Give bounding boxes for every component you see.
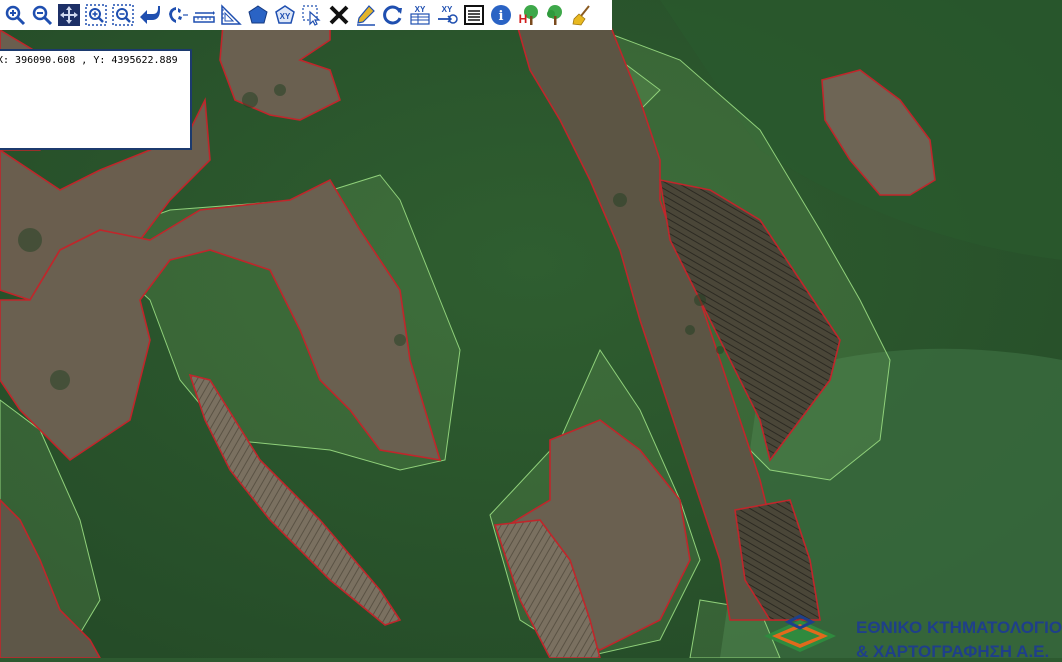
full-extent-tool[interactable] (164, 2, 189, 28)
polygon-icon (247, 5, 268, 24)
info-tool[interactable]: i (488, 2, 513, 28)
cadastre-logo-icon (764, 614, 836, 652)
clear-tool[interactable] (326, 2, 351, 28)
legend-tool[interactable] (461, 2, 486, 28)
xy-pentagon-icon: XY (274, 5, 295, 24)
clear-x-icon (329, 5, 348, 25)
tree-height-label: H (518, 12, 527, 26)
xy-goto-tool[interactable]: XY (434, 2, 459, 28)
ruler-icon (192, 11, 215, 23)
back-arrow-icon (139, 6, 160, 24)
info-icon-label: i (498, 9, 503, 24)
info-icon: i (490, 5, 511, 25)
zoom-in-icon (5, 5, 25, 26)
select-tool[interactable] (299, 2, 324, 28)
zoom-box-in-tool[interactable] (83, 2, 108, 28)
legend-icon (463, 5, 484, 25)
tree-height-tool[interactable]: H (515, 2, 540, 28)
measure-area-tool[interactable] (218, 2, 243, 28)
draw-polygon-tool[interactable] (245, 2, 270, 28)
back-tool[interactable] (137, 2, 162, 28)
xy-table-icon: XY (409, 5, 430, 25)
xy-goto-icon: XY (437, 5, 458, 24)
xy-table-tool[interactable]: XY (407, 2, 432, 28)
zoom-out-tool[interactable] (29, 2, 54, 28)
globe-icon (168, 7, 188, 23)
edit-tool[interactable] (353, 2, 378, 28)
zoom-box-out-icon (111, 4, 134, 26)
map-toolbar: XY XY XY i H (0, 0, 612, 30)
logo-text-line1: ΕΘΝΙΚΟ ΚΤΗΜΑΤΟΛΟΓΙΟ (856, 618, 1062, 637)
xy-goto-label: XY (441, 5, 452, 14)
coordinates-readout: X: 396090.608 , Y: 4395622.889 (0, 55, 178, 66)
xy-table-label: XY (414, 5, 425, 14)
zoom-out-icon (32, 5, 52, 26)
xy-locate-tool[interactable]: XY (272, 2, 297, 28)
tree-h-icon: H (518, 5, 538, 26)
zoom-box-out-tool[interactable] (110, 2, 135, 28)
measure-distance-tool[interactable] (191, 2, 216, 28)
agency-logo: ΕΘΝΙΚΟ ΚΤΗΜΑΤΟΛΟΓΙΟ & ΧΑΡΤΟΓΡΑΦΗΣΗ Α.Ε. (760, 604, 1062, 661)
tree-icon (546, 5, 562, 25)
pan-tool[interactable] (56, 2, 81, 28)
triangle-ruler-icon (220, 4, 242, 25)
tree-tool[interactable] (542, 2, 567, 28)
clear-brush-tool[interactable] (569, 2, 594, 28)
xy-locate-label: XY (279, 12, 290, 21)
broom-icon (572, 5, 590, 26)
pan-icon (57, 4, 80, 26)
zoom-box-in-icon (84, 4, 107, 26)
refresh-tool[interactable] (380, 2, 405, 28)
refresh-icon (382, 5, 402, 25)
pencil-icon (356, 5, 375, 26)
logo-text-line2: & ΧΑΡΤΟΓΡΑΦΗΣΗ Α.Ε. (856, 642, 1050, 661)
coordinates-panel: X: 396090.608 , Y: 4395622.889 (0, 49, 192, 150)
zoom-in-tool[interactable] (2, 2, 27, 28)
select-cursor-icon (301, 5, 321, 26)
